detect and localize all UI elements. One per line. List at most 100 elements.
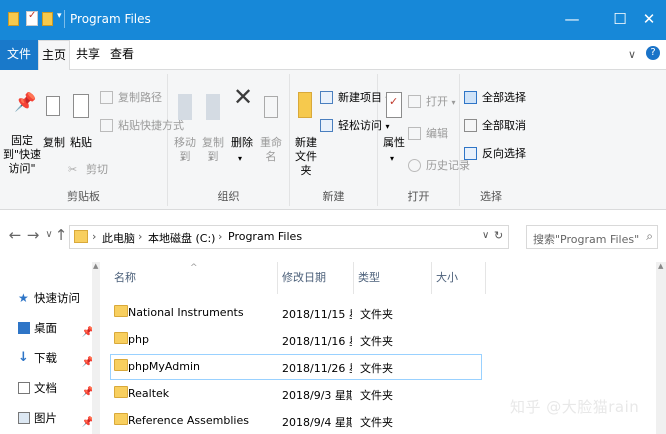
column-header-name[interactable]: 名称 ^ [110,262,278,294]
clipboard-group-label: 剪贴板 [67,190,100,203]
easy-access-label: 轻松访问 [338,119,382,132]
folder-icon [74,230,88,243]
breadcrumb-program-files[interactable]: Program Files [228,230,302,243]
paste-button[interactable]: 粘贴 [68,92,94,172]
nav-quick-access-label: 快速访问 [34,291,80,305]
window-title: Program Files [70,12,151,26]
folder-icon [114,359,128,371]
new-folder-icon [298,92,312,118]
clipboard-group: 📌 固定到"快速访问" 复制 粘贴 复制路径 粘贴快捷方式 ✂ 剪切 剪贴板 [0,74,184,206]
customize-quick-access-icon[interactable]: ▾ [57,11,62,21]
nav-documents[interactable]: 文档 📌 [18,376,94,400]
ribbon-tabs: 文件 主页 共享 查看 ∨ ? [0,40,666,71]
tab-share[interactable]: 共享 [72,40,104,70]
ribbon: 📌 固定到"快速访问" 复制 粘贴 复制路径 粘贴快捷方式 ✂ 剪切 剪贴板 移… [0,70,666,210]
select-none-label: 全部取消 [482,119,526,132]
column-header-size[interactable]: 大小 [432,262,486,294]
file-row[interactable]: Realtek 2018/9/3 星期一 ... 文件夹 [110,381,482,407]
new-folder-label: 新建 文件夹 [295,136,317,177]
new-group: 新建 文件夹 新建项目 ▾ 轻松访问 ▾ 新建 [290,74,390,206]
sort-ascending-icon: ^ [190,263,198,273]
up-arrow-icon[interactable]: ↑ [52,226,70,244]
navigation-pane: ★ 快速访问 桌面 📌 ↓ 下载 📌 文档 📌 图片 📌 [0,262,100,434]
select-group-label: 选择 [480,190,502,203]
breadcrumb-separator-icon[interactable]: › [138,230,142,243]
paste-icon [73,94,89,118]
help-icon[interactable]: ? [646,46,660,60]
select-all-icon [464,91,477,104]
breadcrumb-this-pc[interactable]: 此电脑 [102,230,135,246]
column-header-type[interactable]: 类型 [354,262,432,294]
column-header-date[interactable]: 修改日期 [278,262,354,294]
easy-access-icon [320,119,333,132]
file-date: 2018/11/26 星期... [282,362,352,375]
tab-home[interactable]: 主页 [38,40,70,71]
desktop-icon [18,322,30,334]
file-row[interactable]: National Instruments 2018/11/15 星期... 文件… [110,300,482,326]
select-all-button[interactable]: 全部选择 [464,90,526,106]
copy-path-label: 复制路径 [118,91,162,104]
breadcrumb-separator-icon[interactable]: › [92,230,96,243]
file-type: 文件夹 [360,308,393,321]
minimize-button[interactable]: — [552,8,592,32]
file-date: 2018/11/15 星期... [282,308,352,321]
invert-selection-button[interactable]: 反向选择 [464,146,526,162]
nav-downloads[interactable]: ↓ 下载 📌 [18,346,94,370]
tab-file[interactable]: 文件 [0,40,38,70]
search-input[interactable]: 搜索"Program Files" ⌕ [526,225,658,249]
address-dropdown-chevron-icon[interactable]: ∨ [482,230,489,241]
copy-button[interactable]: 复制 [42,92,66,172]
file-row[interactable]: php 2018/11/16 星期... 文件夹 [110,327,482,353]
breadcrumb-separator-icon[interactable]: › [218,230,222,243]
file-name: php [128,333,149,346]
chevron-down-icon: ▾ [238,154,243,163]
document-icon [18,382,30,394]
select-none-button[interactable]: 全部取消 [464,118,526,134]
file-name: phpMyAdmin [128,360,200,373]
copy-to-button[interactable]: 复制到 ▾ [200,92,226,172]
edit-button[interactable]: 编辑 [408,126,448,142]
collapse-ribbon-icon[interactable]: ∨ [628,48,636,61]
delete-button[interactable]: ✕ 删除 ▾ [230,85,254,172]
nav-documents-label: 文档 [34,381,57,395]
address-bar[interactable]: › 此电脑 › 本地磁盘 (C:) › Program Files ∨ ↻ [69,225,509,249]
nav-pictures-label: 图片 [34,411,57,425]
rename-button[interactable]: 重命名 [256,92,286,172]
nav-downloads-label: 下载 [34,351,57,365]
file-date: 2018/11/16 星期... [282,335,352,348]
open-button[interactable]: 打开 ▾ [408,94,456,110]
back-arrow-icon[interactable]: ← [6,226,24,244]
move-to-button[interactable]: 移动到 ▾ [172,92,198,172]
copy-to-icon [206,94,220,120]
nav-pictures[interactable]: 图片 📌 [18,406,94,430]
star-icon: ★ [18,291,29,305]
close-button[interactable]: ✕ [632,8,666,32]
nav-quick-access[interactable]: ★ 快速访问 [18,286,92,310]
file-row[interactable]: Reference Assemblies 2018/9/4 星期二 ... 文件… [110,408,482,434]
folder-icon [8,12,19,26]
tab-view[interactable]: 查看 [106,40,138,70]
pin-quick-access-button[interactable]: 📌 固定到"快速访问" [2,92,42,182]
edit-label: 编辑 [426,127,448,140]
organize-group-label: 组织 [217,190,240,203]
column-header-name-label: 名称 [114,271,136,284]
organize-group: 移动到 ▾ 复制到 ▾ ✕ 删除 ▾ 重命名 组织 [168,74,290,206]
breadcrumb-local-disk[interactable]: 本地磁盘 (C:) [148,230,215,246]
properties-button[interactable]: ✓ 属性 ▾ [382,88,406,178]
refresh-icon[interactable]: ↻ [494,229,503,242]
copy-path-button[interactable]: 复制路径 [100,90,162,106]
folder-icon [114,413,128,425]
properties-quick-icon[interactable]: ✓ [26,10,38,26]
new-item-label: 新建项目 [338,91,382,104]
cut-button[interactable]: ✂ 剪切 [68,162,108,178]
nav-desktop[interactable]: 桌面 📌 [18,316,94,340]
file-row-selected[interactable]: phpMyAdmin 2018/11/26 星期... 文件夹 [110,354,482,380]
new-folder-button[interactable]: 新建 文件夹 [292,88,320,178]
scissors-icon: ✂ [68,163,78,176]
cut-label: 剪切 [86,163,108,176]
new-folder-quick-icon[interactable] [42,12,53,26]
navigation-scrollbar[interactable]: ▲ [92,262,100,434]
new-item-icon [320,91,333,104]
file-list-scrollbar[interactable]: ▲ [656,262,666,434]
file-type: 文件夹 [360,416,393,429]
